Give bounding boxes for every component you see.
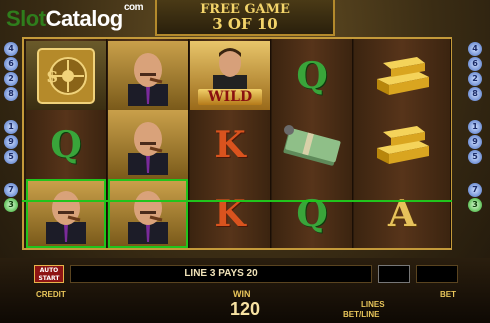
a-letter: A [388, 192, 416, 235]
bet-display [416, 265, 458, 283]
line-marker[interactable]: 9 [4, 135, 18, 149]
reel-area: $ Q WILD K K Q Q A [22, 37, 452, 250]
k-symbol: K [190, 179, 270, 248]
line-marker[interactable]: 1 [4, 120, 18, 134]
logo-slot-text: Slot [6, 6, 46, 31]
q-symbol: Q [272, 179, 352, 248]
line-marker[interactable]: 5 [4, 150, 18, 164]
line-marker[interactable]: 8 [4, 87, 18, 101]
k-letter: K [214, 192, 246, 235]
winning-payline [22, 200, 452, 202]
line-marker[interactable]: 5 [468, 150, 482, 164]
k-letter: K [214, 123, 246, 166]
reel-2 [108, 39, 189, 248]
gold-bars-icon [377, 56, 429, 95]
q-letter: Q [296, 192, 328, 235]
boss-icon [128, 121, 168, 175]
line-marker[interactable]: 7 [468, 183, 482, 197]
vault-icon: $ [37, 47, 95, 104]
wild-label: WILD [198, 89, 262, 105]
boss-symbol-win [26, 179, 106, 248]
logo-suffix: com [124, 2, 144, 13]
reel-5: A [354, 39, 451, 248]
lines-display [378, 265, 410, 283]
slotcatalog-logo: SlotCatalog com [6, 2, 144, 32]
boss-icon [46, 190, 86, 244]
boss-symbol-win [108, 179, 188, 248]
logo-catalog-text: Catalog [45, 6, 124, 31]
lines-label: LINES [361, 300, 385, 309]
line-marker-active[interactable]: 3 [468, 198, 482, 212]
k-symbol: K [190, 110, 270, 179]
boss-symbol [108, 110, 188, 179]
line-marker[interactable]: 2 [468, 72, 482, 86]
vault-symbol: $ [26, 41, 106, 110]
line-marker-active[interactable]: 3 [4, 198, 18, 212]
message-display: LINE 3 PAYS 20 [70, 265, 372, 283]
boss-symbol [108, 41, 188, 110]
reel-1: $ Q [26, 39, 107, 248]
reel-4: Q Q [272, 39, 353, 248]
game-screen: SlotCatalog com FREE GAME 3 OF 10 4 6 2 … [0, 0, 490, 323]
bet-label: BET [440, 290, 456, 299]
line-marker[interactable]: 2 [4, 72, 18, 86]
gold-bars-icon [377, 125, 429, 164]
wild-man-icon [213, 47, 247, 95]
line-marker[interactable]: 8 [468, 87, 482, 101]
q-symbol: Q [50, 123, 82, 166]
wild-symbol: WILD [190, 41, 270, 110]
gold-bars-symbol [354, 41, 450, 110]
gold-bars-symbol [354, 110, 450, 179]
line-marker[interactable]: 9 [468, 135, 482, 149]
line-marker[interactable]: 7 [4, 183, 18, 197]
boss-icon [128, 52, 168, 106]
a-symbol: A [354, 179, 450, 248]
line-marker[interactable]: 4 [4, 42, 18, 56]
line-marker[interactable]: 1 [468, 120, 482, 134]
q-symbol: Q [272, 41, 352, 110]
free-game-count: 3 OF 10 [212, 15, 278, 33]
bet-line-label: BET/LINE [343, 310, 380, 319]
svg-text:$: $ [46, 66, 59, 87]
empty-cell: Q [26, 110, 106, 179]
win-label: WIN [233, 289, 251, 299]
free-game-counter: FREE GAME 3 OF 10 [155, 0, 335, 36]
right-line-markers: 4 6 2 8 1 9 5 7 3 [468, 42, 483, 213]
boss-icon [128, 190, 168, 244]
q-letter: Q [296, 54, 328, 97]
line-marker[interactable]: 4 [468, 42, 482, 56]
money-stack-icon [283, 124, 341, 166]
left-line-markers: 4 6 2 8 1 9 5 7 3 [4, 42, 19, 213]
win-amount: 120 [229, 299, 261, 319]
credit-label: CREDIT [36, 290, 66, 299]
money-symbol [272, 110, 352, 179]
line-marker[interactable]: 6 [4, 57, 18, 71]
auto-start-button[interactable]: AUTO START [34, 265, 64, 283]
line-marker[interactable]: 6 [468, 57, 482, 71]
reel-3: WILD K K [190, 39, 271, 248]
